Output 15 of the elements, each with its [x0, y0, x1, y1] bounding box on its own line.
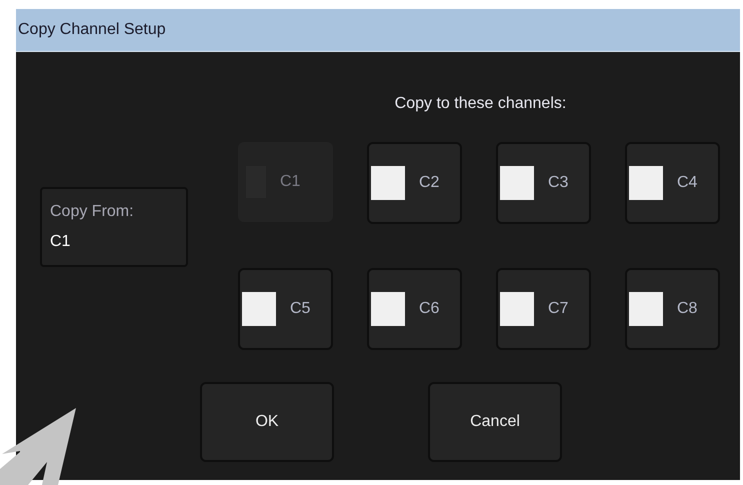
cancel-button[interactable]: Cancel [428, 382, 562, 462]
window-title: Copy Channel Setup [18, 20, 166, 40]
channel-checkbox[interactable]: C8 [625, 268, 720, 350]
channel-checkbox[interactable]: C4 [625, 142, 720, 224]
channel-checkbox[interactable]: C2 [367, 142, 462, 224]
ok-button[interactable]: OK [200, 382, 334, 462]
arrow-icon [0, 407, 78, 485]
channel-checkbox[interactable]: C7 [496, 268, 591, 350]
channel-checkbox[interactable]: C5 [238, 268, 333, 350]
channel-checkbox[interactable]: C3 [496, 142, 591, 224]
copy-from-field[interactable]: Copy From: C1 [40, 187, 188, 267]
channel-checkbox[interactable]: C6 [367, 268, 462, 350]
section-heading: Copy to these channels: [394, 94, 566, 114]
field-value: C1 [50, 232, 72, 252]
field-label: Copy From: [50, 202, 135, 222]
